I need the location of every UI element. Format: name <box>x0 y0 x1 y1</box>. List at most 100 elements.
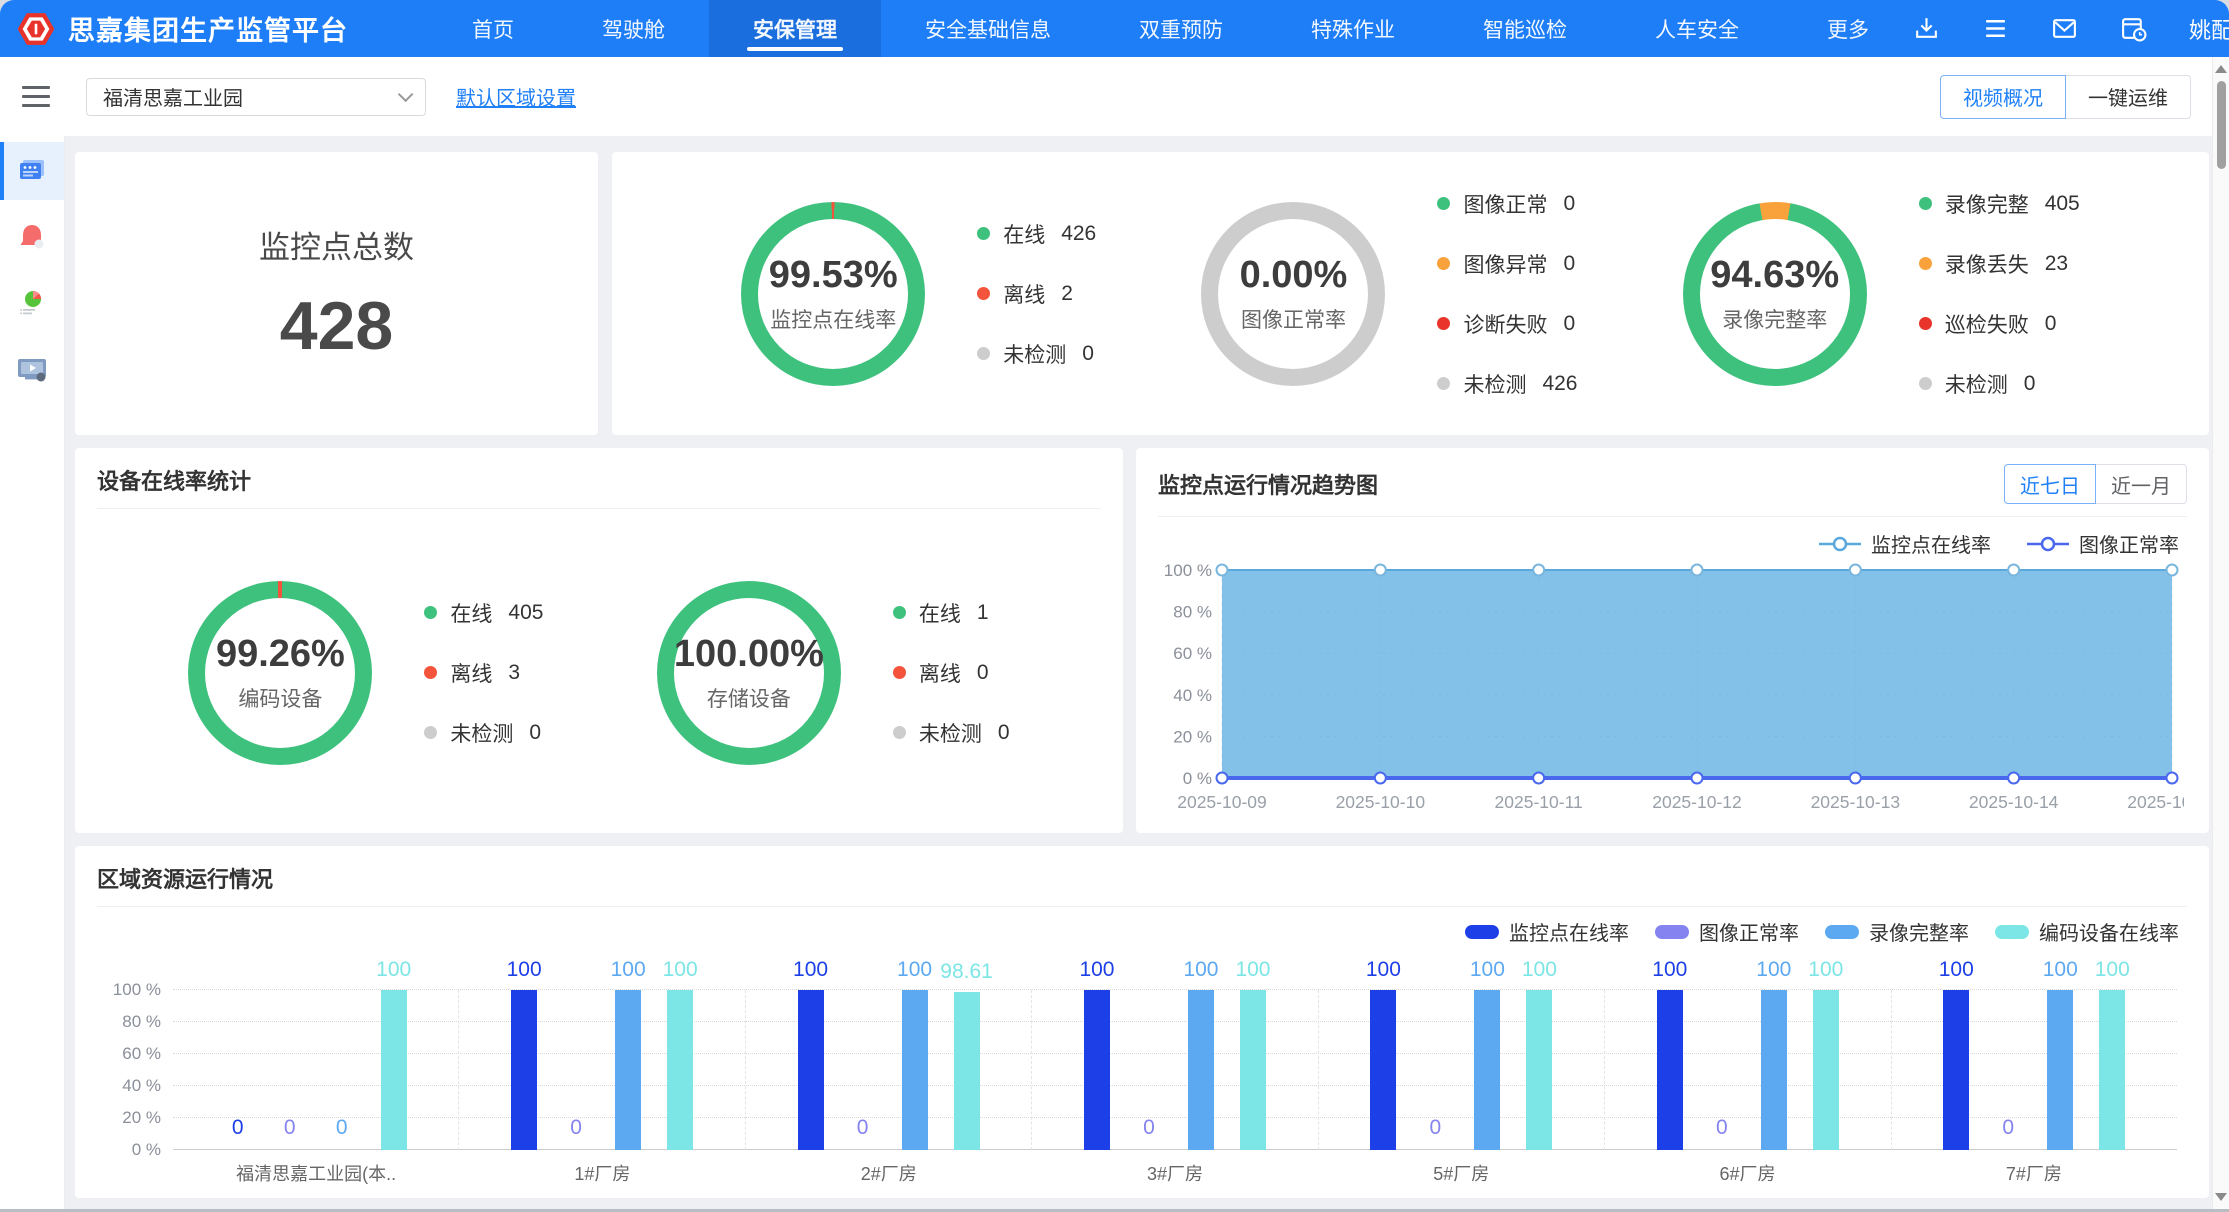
scroll-up-arrow-icon[interactable] <box>2215 65 2227 73</box>
svg-text:0 %: 0 % <box>1183 769 1212 788</box>
donut-chart: 0.00%图像正常率 <box>1201 202 1385 386</box>
legend-value: 23 <box>2045 252 2068 276</box>
donut-chart: 100.00%存储设备 <box>657 581 841 765</box>
nav-item-人车安全[interactable]: 人车安全 <box>1611 0 1783 57</box>
legend-value: 0 <box>1563 252 1575 276</box>
bar <box>1240 990 1266 1150</box>
nav-item-安保管理[interactable]: 安保管理 <box>709 0 881 57</box>
download-icon[interactable] <box>1913 15 1940 42</box>
legend-value: 2 <box>1061 282 1073 306</box>
legend-dot-icon <box>424 606 437 619</box>
bar-group: 000100 <box>173 990 459 1150</box>
legend-dot-icon <box>977 227 990 240</box>
donut-group: 100.00%存储设备在线1离线0未检测0 <box>657 581 1010 765</box>
legend-name: 诊断失败 <box>1463 309 1547 339</box>
default-region-link[interactable]: 默认区域设置 <box>456 82 576 111</box>
svg-text:2025-10-13: 2025-10-13 <box>1811 792 1901 812</box>
legend-swatch-icon <box>1465 925 1499 939</box>
region-select[interactable]: 福清思嘉工业园 <box>86 78 426 116</box>
list-icon[interactable] <box>1982 15 2009 42</box>
line-marker-icon <box>1817 535 1863 553</box>
range-7d-button[interactable]: 近七日 <box>2004 464 2096 504</box>
bar-slot: 0 <box>225 990 251 1150</box>
video-screen-icon <box>15 353 49 385</box>
chevron-down-icon <box>398 87 414 103</box>
video-overview-button[interactable]: 视频概况 <box>1940 75 2066 119</box>
line-marker-icon <box>2025 535 2071 553</box>
bar-group: 1000100100 <box>1319 990 1605 1150</box>
region-legend-label: 监控点在线率 <box>1509 917 1629 946</box>
alarm-bell-icon <box>16 221 48 253</box>
bar-slot: 100 <box>381 990 407 1150</box>
user-menu[interactable]: 姚配剑 <box>2189 13 2229 45</box>
bar <box>798 990 824 1150</box>
total-points-value: 428 <box>280 287 393 365</box>
vertical-scrollbar[interactable] <box>2212 57 2229 1209</box>
range-1m-button[interactable]: 近一月 <box>2096 464 2187 504</box>
region-legend-item[interactable]: 监控点在线率 <box>1465 917 1629 946</box>
legend-item: 图像异常0 <box>1437 249 1577 279</box>
region-legend-item[interactable]: 图像正常率 <box>1655 917 1799 946</box>
region-x-labels: 福清思嘉工业园(本..1#厂房2#厂房3#厂房5#厂房6#厂房7#厂房 <box>173 1160 2177 1186</box>
region-legend-item[interactable]: 录像完整率 <box>1825 917 1969 946</box>
region-legend-label: 图像正常率 <box>1699 917 1799 946</box>
x-axis-label: 7#厂房 <box>1891 1160 2177 1186</box>
collapse-menu-icon[interactable] <box>22 80 50 113</box>
sidebar-item-report[interactable] <box>0 274 64 332</box>
device-donuts: 99.26%编码设备在线405离线3未检测0100.00%存储设备在线1离线0未… <box>75 509 1123 836</box>
nav-item-双重预防[interactable]: 双重预防 <box>1095 0 1267 57</box>
donut-legend: 在线1离线0未检测0 <box>893 598 1010 748</box>
scroll-down-arrow-icon[interactable] <box>2215 1193 2227 1201</box>
donut-chart: 94.63%录像完整率 <box>1683 202 1867 386</box>
bar-value-label: 98.61 <box>940 960 993 984</box>
sidebar-item-alarm[interactable] <box>0 208 64 266</box>
bar-group: 1000100100 <box>1032 990 1318 1150</box>
bar-value-label: 100 <box>1079 958 1114 982</box>
bar-slot: 100 <box>511 990 537 1150</box>
donut-center: 0.00%图像正常率 <box>1218 219 1368 369</box>
trend-area-chart: 0 %20 %40 %60 %80 %100 %2025-10-092025-1… <box>1160 560 2184 822</box>
one-click-ops-button[interactable]: 一键运维 <box>2066 75 2191 119</box>
svg-text:100 %: 100 % <box>1164 561 1212 580</box>
nav-item-智能巡检[interactable]: 智能巡检 <box>1439 0 1611 57</box>
legend-dot-icon <box>1919 257 1932 270</box>
sidebar-item-monitor[interactable] <box>0 142 64 200</box>
legend-name: 图像正常 <box>1463 189 1547 219</box>
schedule-icon[interactable] <box>2120 15 2147 42</box>
bar <box>1813 990 1839 1150</box>
nav-item-驾驶舱[interactable]: 驾驶舱 <box>558 0 709 57</box>
app-window: 思嘉集团生产监管平台 首页驾驶舱安保管理安全基础信息双重预防特殊作业智能巡检人车… <box>0 0 2229 1212</box>
legend-dot-icon <box>424 666 437 679</box>
region-legend-item[interactable]: 编码设备在线率 <box>1995 917 2179 946</box>
bar-value-label: 100 <box>507 958 542 982</box>
y-axis-tick: 80 % <box>99 1012 161 1032</box>
nav-item-更多[interactable]: 更多 <box>1783 0 1913 57</box>
legend-name: 在线 <box>450 598 492 628</box>
donut-center: 99.26%编码设备 <box>205 598 355 748</box>
bar-slot: 100 <box>1084 990 1110 1150</box>
legend-dot-icon <box>1919 377 1932 390</box>
nav-item-首页[interactable]: 首页 <box>428 0 558 57</box>
bar-value-label: 100 <box>1470 958 1505 982</box>
nav-item-特殊作业[interactable]: 特殊作业 <box>1267 0 1439 57</box>
sidebar-item-video[interactable] <box>0 340 64 398</box>
nav-item-安全基础信息[interactable]: 安全基础信息 <box>881 0 1095 57</box>
trend-legend-item[interactable]: 监控点在线率 <box>1817 529 1991 558</box>
legend-value: 426 <box>1542 372 1577 396</box>
bar-value-label: 0 <box>570 1116 582 1140</box>
bar-value-label: 100 <box>1522 958 1557 982</box>
bar-slot: 100 <box>667 990 693 1150</box>
vertical-scrollbar-thumb[interactable] <box>2217 81 2226 169</box>
mail-icon[interactable] <box>2051 15 2078 42</box>
bar-value-label: 100 <box>1808 958 1843 982</box>
bar-value-label: 100 <box>376 958 411 982</box>
legend-value: 0 <box>1082 342 1094 366</box>
main-content: 监控点总数 428 99.53%监控点在线率在线426离线2未检测00.00%图… <box>65 136 2229 1212</box>
svg-text:2025-10-10: 2025-10-10 <box>1336 792 1426 812</box>
bar <box>1474 990 1500 1150</box>
toolbar-buttons: 视频概况 一键运维 <box>1940 75 2191 119</box>
legend-dot-icon <box>893 726 906 739</box>
legend-dot-icon <box>1437 317 1450 330</box>
trend-legend-item[interactable]: 图像正常率 <box>2025 529 2179 558</box>
bar <box>381 990 407 1150</box>
